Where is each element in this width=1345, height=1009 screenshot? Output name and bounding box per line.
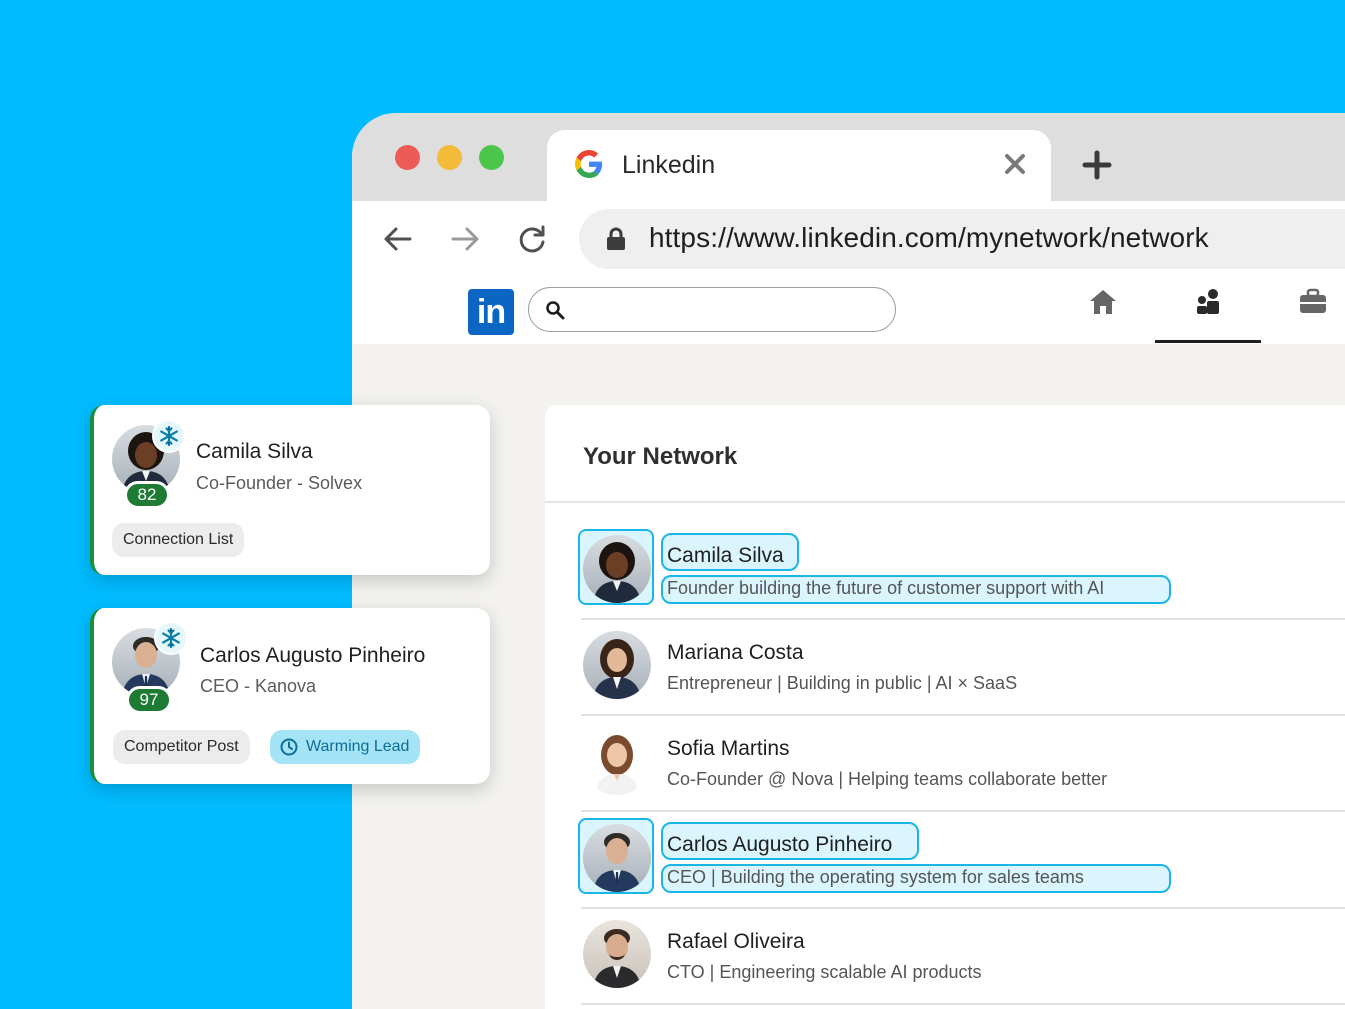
list-item[interactable]: Mariana Costa Entrepreneur | Building in… [581, 620, 1345, 716]
tag-chip[interactable]: Competitor Post [113, 730, 250, 764]
plus-icon[interactable] [1082, 150, 1112, 180]
url-field[interactable]: https://www.linkedin.com/mynetwork/netwo… [579, 209, 1345, 269]
avatar [583, 920, 651, 988]
score-badge: 82 [124, 481, 170, 509]
warming-lead-chip[interactable]: Warming Lead [270, 730, 421, 764]
lead-card[interactable]: 82 Camila Silva Co-Founder - Solvex Conn… [90, 405, 490, 575]
home-icon[interactable] [1087, 286, 1119, 318]
browser-titlebar: Linkedin [352, 113, 1345, 201]
forward-arrow-icon[interactable] [449, 223, 481, 255]
divider [545, 501, 1345, 503]
chip-label: Warming Lead [306, 738, 410, 755]
window-minimize-dot[interactable] [437, 145, 462, 170]
back-arrow-icon[interactable] [382, 223, 414, 255]
avatar [583, 727, 651, 795]
avatar [583, 535, 651, 603]
connection-headline: Co-Founder @ Nova | Helping teams collab… [667, 769, 1108, 789]
url-text: https://www.linkedin.com/mynetwork/netwo… [649, 222, 1209, 253]
connection-name[interactable]: Camila Silva [667, 544, 784, 568]
connection-headline: Entrepreneur | Building in public | AI ×… [667, 673, 1018, 693]
lock-icon [607, 227, 625, 250]
network-panel: Your Network Camila Silva Founder buildi… [545, 405, 1345, 1009]
list-item[interactable]: Sofia Martins Co-Founder @ Nova | Helpin… [581, 716, 1345, 812]
active-nav-indicator [1155, 340, 1261, 343]
linkedin-header: in [352, 276, 1345, 344]
score-badge: 97 [126, 686, 172, 714]
window-maximize-dot[interactable] [479, 145, 504, 170]
card-name: Camila Silva [196, 440, 313, 463]
lead-card[interactable]: 97 Carlos Augusto Pinheiro CEO - Kanova … [90, 608, 490, 784]
address-bar: https://www.linkedin.com/mynetwork/netwo… [352, 201, 1345, 276]
divider [581, 1003, 1345, 1005]
connection-headline: CTO | Engineering scalable AI products [667, 962, 982, 982]
connection-headline: CEO | Building the operating system for … [667, 867, 1084, 887]
window-close-dot[interactable] [395, 145, 420, 170]
panel-title: Your Network [583, 443, 738, 470]
network-icon[interactable] [1192, 286, 1224, 318]
tab-title: Linkedin [622, 151, 716, 179]
list-item[interactable]: Camila Silva Founder building the future… [578, 524, 1345, 620]
jobs-icon[interactable] [1297, 286, 1329, 318]
snowflake-icon [154, 621, 188, 655]
connection-name[interactable]: Carlos Augusto Pinheiro [667, 833, 892, 857]
card-title: CEO - Kanova [200, 676, 317, 696]
connection-name[interactable]: Rafael Oliveira [667, 930, 805, 954]
avatar [583, 631, 651, 699]
snowflake-icon [152, 419, 186, 453]
connection-name[interactable]: Sofia Martins [667, 737, 790, 761]
card-name: Carlos Augusto Pinheiro [200, 644, 426, 667]
connection-name[interactable]: Mariana Costa [667, 641, 804, 665]
close-icon[interactable] [1003, 152, 1027, 176]
search-input[interactable] [528, 287, 896, 332]
list-item[interactable]: Rafael Oliveira CTO | Engineering scalab… [581, 909, 1345, 1005]
tag-chip[interactable]: Connection List [112, 523, 245, 557]
reload-icon[interactable] [516, 223, 548, 255]
card-title: Co-Founder - Solvex [196, 473, 363, 493]
clock-icon [280, 738, 298, 756]
search-icon [546, 301, 565, 320]
divider [581, 810, 1345, 812]
linkedin-logo[interactable]: in [468, 289, 514, 335]
google-icon [575, 150, 603, 178]
connection-headline: Founder building the future of customer … [667, 578, 1105, 598]
list-item[interactable]: Carlos Augusto Pinheiro CEO | Building t… [578, 813, 1345, 909]
browser-tab[interactable]: Linkedin [547, 130, 1051, 201]
avatar [583, 824, 651, 892]
